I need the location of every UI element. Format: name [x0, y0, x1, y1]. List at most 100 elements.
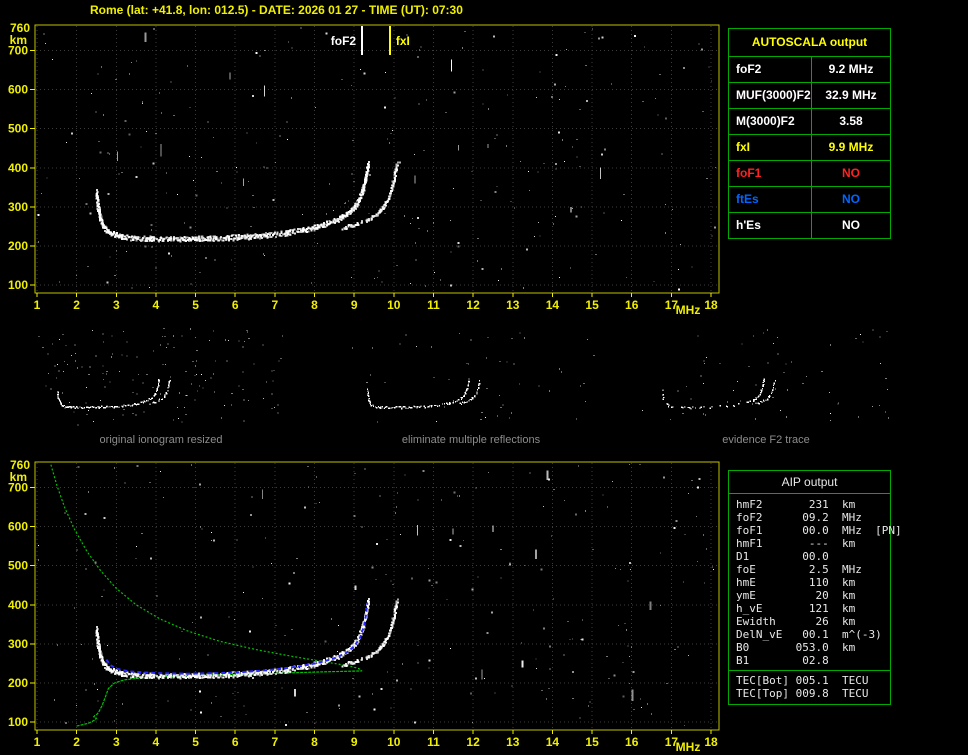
- thumbnail-caption: eliminate multiple reflections: [401, 434, 541, 446]
- svg-text:7: 7: [272, 735, 279, 749]
- autoscala-param-label: MUF(3000)F2: [736, 88, 811, 102]
- autoscala-row-foF1: foF1 NO: [729, 160, 890, 186]
- aip-rows: hmF2 231 km foF2 09.2 MHz foF1 00.0 MHz [P…: [729, 498, 902, 667]
- aip-tec-rows: TEC[Bot] 005.1 TECU TEC[Top] 009.8 TECU: [729, 674, 890, 700]
- autoscala-row-h'Es: h'Es NO: [729, 212, 890, 238]
- aip-row-B0: B0 053.0 km: [736, 641, 856, 654]
- svg-text:5: 5: [192, 735, 199, 749]
- autoscala-param-value: 3.58: [811, 109, 890, 134]
- svg-text:2: 2: [73, 735, 80, 749]
- svg-text:7: 7: [272, 298, 279, 312]
- svg-text:14: 14: [546, 735, 560, 749]
- autoscala-rows: foF2 9.2 MHz MUF(3000)F2 32.9 MHz M(3000)F2 3…: [729, 56, 890, 238]
- aip-row-foF1: foF1 00.0 MHz [PN]: [736, 524, 902, 537]
- svg-text:fxI: fxI: [396, 34, 410, 48]
- thumbnail-evidence-canvas: [640, 328, 892, 428]
- autoscala-param-value: NO: [811, 161, 890, 186]
- aip-row-ymE: ymE 20 km: [736, 589, 856, 602]
- bottom-profile-plot: 100200300400500600700760km1 2 3 4 5 6 7 8 9 10 11 1…: [8, 459, 720, 754]
- svg-text:300: 300: [8, 637, 28, 651]
- svg-text:18: 18: [704, 735, 718, 749]
- svg-text:1: 1: [34, 735, 41, 749]
- autoscala-row-M(3000)F2: M(3000)F2 3.58: [729, 108, 890, 134]
- autoscala-param-value: 9.2 MHz: [811, 57, 890, 82]
- autoscala-param-label: foF2: [736, 62, 762, 76]
- autoscala-param-value: 32.9 MHz: [811, 83, 890, 108]
- svg-text:500: 500: [8, 559, 28, 573]
- aip-row-hmF1: hmF1 --- km: [736, 537, 856, 550]
- svg-text:15: 15: [585, 298, 599, 312]
- autoscala-output-header: AUTOSCALA output: [751, 35, 868, 49]
- svg-text:km: km: [10, 33, 27, 47]
- svg-text:100: 100: [8, 715, 28, 729]
- top-ionogram-plot: 100200300400500600700760km1 2 3 4 5 6 7 8 9 10 11 1…: [8, 22, 720, 317]
- thumbnail-evidence-f2-trace: evidence F2 trace: [640, 328, 892, 446]
- station-date-title: Rome (lat: +41.8, lon: 012.5) - DATE: 20…: [90, 3, 463, 17]
- svg-text:4: 4: [153, 735, 160, 749]
- autoscala-param-label: h'Es: [736, 218, 761, 232]
- autoscala-param-label: fxI: [736, 140, 751, 154]
- aip-row-h_vE: h_vE 121 km: [736, 602, 856, 615]
- aip-row-foE: foE 2.5 MHz: [736, 563, 862, 576]
- svg-text:km: km: [10, 470, 27, 484]
- autoscala-row-fxI: fxI 9.9 MHz: [729, 134, 890, 160]
- autoscala-row-ftEs: ftEs NO: [729, 186, 890, 212]
- svg-text:10: 10: [387, 298, 401, 312]
- autoscala-row-MUF(3000)F2: MUF(3000)F2 32.9 MHz: [729, 82, 890, 108]
- svg-text:500: 500: [8, 122, 28, 136]
- svg-text:8: 8: [311, 298, 318, 312]
- aip-row-TEC[Top]: TEC[Top] 009.8 TECU: [736, 687, 869, 700]
- svg-text:11: 11: [427, 735, 440, 749]
- aip-row-hmE: hmE 110 km: [736, 576, 856, 589]
- svg-text:4: 4: [153, 298, 160, 312]
- svg-text:100: 100: [8, 278, 28, 292]
- svg-text:3: 3: [113, 735, 120, 749]
- svg-text:12: 12: [466, 735, 480, 749]
- svg-text:16: 16: [625, 735, 639, 749]
- aip-output-table: AIP output hmF2 231 km foF2 09.2 MHz foF1 …: [728, 470, 902, 705]
- svg-text:1: 1: [34, 298, 41, 312]
- autoscala-param-label: ftEs: [736, 192, 759, 206]
- autoscala-param-value: 9.9 MHz: [811, 135, 890, 160]
- svg-text:6: 6: [232, 298, 239, 312]
- thumbnail-eliminate-reflections: eliminate multiple reflections: [345, 328, 597, 446]
- autoscala-param-label: M(3000)F2: [736, 114, 795, 128]
- svg-text:200: 200: [8, 239, 28, 253]
- autoscala-row-foF2: foF2 9.2 MHz: [729, 56, 890, 82]
- svg-text:11: 11: [427, 298, 440, 312]
- aip-separator: [729, 670, 890, 671]
- aip-row-TEC[Bot]: TEC[Bot] 005.1 TECU: [736, 674, 869, 687]
- svg-text:15: 15: [585, 735, 599, 749]
- thumbnail-eliminate-canvas: [345, 328, 597, 428]
- svg-text:MHz: MHz: [676, 740, 701, 754]
- aip-row-Ewidth: Ewidth 26 km: [736, 615, 856, 628]
- aip-output-header: AIP output: [729, 471, 890, 494]
- axes-grid-layer: 100200300400500600700760km1 2 3 4 5 6 7 8 9 10 11 1…: [8, 22, 720, 317]
- svg-text:200: 200: [8, 676, 28, 690]
- svg-text:5: 5: [192, 298, 199, 312]
- thumbnail-caption: original ionogram resized: [99, 434, 223, 446]
- svg-text:300: 300: [8, 200, 28, 214]
- svg-text:18: 18: [704, 298, 718, 312]
- svg-text:600: 600: [8, 520, 28, 534]
- aip-row-foF2: foF2 09.2 MHz: [736, 511, 862, 524]
- svg-text:12: 12: [466, 298, 480, 312]
- svg-text:9: 9: [351, 298, 358, 312]
- svg-text:3: 3: [113, 298, 120, 312]
- thumbnail-original-canvas: [35, 328, 287, 428]
- autoscala-output-table: AUTOSCALA output foF2 9.2 MHz MUF(3000)F2 3…: [728, 28, 891, 239]
- svg-text:6: 6: [232, 735, 239, 749]
- svg-text:9: 9: [351, 735, 358, 749]
- svg-text:13: 13: [506, 735, 520, 749]
- thumbnail-caption: evidence F2 trace: [722, 434, 810, 446]
- svg-text:8: 8: [311, 735, 318, 749]
- aip-row-DelN_vE: DelN_vE 00.1 m^(-3): [736, 628, 882, 641]
- svg-text:400: 400: [8, 161, 28, 175]
- autoscala-app-window: { "title": "Rome (lat: +41.8, lon: 012.5…: [0, 0, 968, 755]
- svg-text:foF2: foF2: [331, 34, 357, 48]
- svg-text:14: 14: [546, 298, 560, 312]
- svg-text:MHz: MHz: [676, 303, 701, 317]
- svg-text:400: 400: [8, 598, 28, 612]
- aip-row-hmF2: hmF2 231 km: [736, 498, 856, 511]
- svg-text:2: 2: [73, 298, 80, 312]
